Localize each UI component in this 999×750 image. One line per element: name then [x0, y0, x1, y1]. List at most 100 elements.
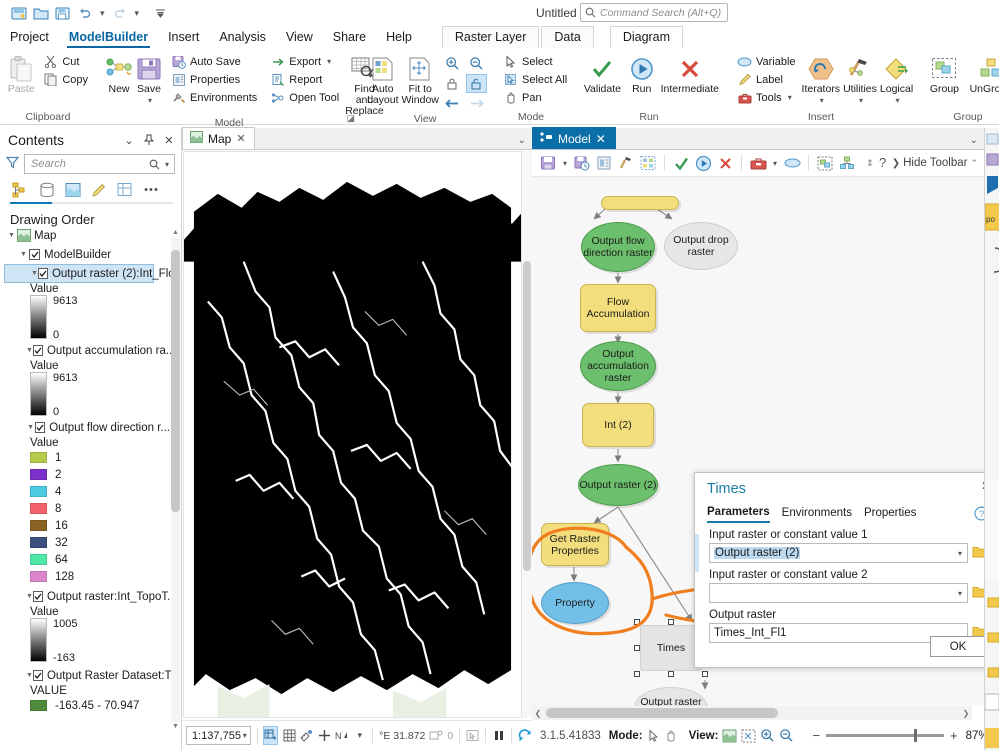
- zoom-slider-track[interactable]: [826, 729, 945, 742]
- chevron-down-icon[interactable]: ▾: [243, 731, 247, 740]
- lock-icon[interactable]: [442, 74, 463, 93]
- hide-toolbar-button[interactable]: ⇕ ? ❯ Hide Toolbar ⌃: [866, 155, 984, 172]
- view-tab-overflow-caret-icon[interactable]: ⌄: [518, 135, 526, 146]
- zoom-minus-label[interactable]: −: [812, 728, 820, 743]
- model-node-flow-accumulation[interactable]: Flow Accumulation: [580, 284, 656, 332]
- save-model-button[interactable]: Save ▾: [136, 52, 162, 106]
- pause-drawing-icon[interactable]: [492, 726, 505, 745]
- export-dropdown-caret[interactable]: ▾: [327, 57, 331, 66]
- model-node-times[interactable]: Times: [640, 625, 702, 671]
- save-dropdown-caret[interactable]: ▾: [148, 95, 152, 106]
- new-model-button[interactable]: New: [105, 52, 133, 95]
- scrollbar-thumb[interactable]: [546, 708, 778, 718]
- close-x-icon[interactable]: [715, 153, 735, 173]
- validate-check-icon[interactable]: [671, 153, 691, 173]
- model-node-output-flow-direction-raster[interactable]: Output flow direction raster: [581, 222, 655, 272]
- iterators-button[interactable]: Iterators ▾: [802, 52, 840, 106]
- refresh-icon[interactable]: [518, 726, 532, 745]
- scroll-up-arrow-icon[interactable]: ▲: [171, 228, 180, 238]
- expand-arrow-icon[interactable]: ▼: [31, 270, 38, 277]
- label-button[interactable]: Label: [734, 71, 799, 88]
- scroll-down-arrow-icon[interactable]: ▼: [171, 722, 180, 732]
- auto-layout-icon[interactable]: [638, 153, 658, 173]
- toc-item-map[interactable]: ▼ Map: [0, 226, 170, 245]
- variable-ellipse-icon[interactable]: [782, 153, 802, 173]
- auto-layout-icon[interactable]: [741, 726, 756, 746]
- search-dropdown-caret[interactable]: ▾: [163, 160, 171, 169]
- contents-pin-icon[interactable]: [141, 132, 157, 148]
- environments-button[interactable]: Environments: [168, 89, 260, 106]
- zoom-slider[interactable]: − +: [812, 728, 957, 743]
- dialog-tab-parameters[interactable]: Parameters: [707, 506, 770, 523]
- map-scale-combobox[interactable]: 1:137,755 ▾: [186, 726, 251, 745]
- customize-quick-access-icon[interactable]: [149, 3, 171, 23]
- model-node-output-accumulation-raster[interactable]: Output accumulation raster: [580, 341, 656, 391]
- tab-diagram[interactable]: Diagram: [609, 26, 684, 48]
- auto-save-button[interactable]: Auto Save: [168, 53, 260, 70]
- cut-button[interactable]: Cut: [40, 53, 91, 70]
- tools-button[interactable]: Tools ▾: [734, 89, 799, 106]
- tab-data[interactable]: Data: [541, 26, 594, 48]
- tab-share[interactable]: Share: [323, 28, 376, 48]
- toc-item-output-raster-2[interactable]: ▼ Output raster (2):Int_Flo...: [4, 264, 182, 283]
- save-project-icon[interactable]: [8, 3, 30, 23]
- auto-layout-button[interactable]: Auto Layout: [367, 52, 399, 106]
- chevron-down-icon[interactable]: ▾: [953, 589, 967, 598]
- undo-icon[interactable]: [74, 3, 96, 23]
- tab-help[interactable]: Help: [376, 28, 422, 48]
- toolbox-caret-icon[interactable]: ▾: [770, 153, 780, 173]
- properties-icon[interactable]: [594, 153, 614, 173]
- back-arrow-icon[interactable]: [442, 94, 463, 113]
- scrollbar-track[interactable]: [544, 708, 960, 718]
- tab-project[interactable]: Project: [0, 28, 59, 48]
- paste-button[interactable]: Paste: [5, 52, 37, 95]
- tab-raster-layer[interactable]: Raster Layer: [441, 26, 540, 48]
- input-raster-2-combobox[interactable]: ▾: [709, 583, 968, 603]
- selection-handle[interactable]: [634, 619, 640, 625]
- layer-checkbox[interactable]: [29, 249, 40, 260]
- layer-checkbox[interactable]: [37, 268, 48, 279]
- forward-arrow-icon[interactable]: [466, 94, 487, 113]
- tab-insert[interactable]: Insert: [158, 28, 209, 48]
- toolbox-icon[interactable]: [748, 153, 768, 173]
- tab-view[interactable]: View: [276, 28, 323, 48]
- measure-icon[interactable]: [300, 726, 314, 745]
- close-icon[interactable]: ✕: [236, 132, 245, 145]
- report-button[interactable]: Report: [267, 71, 342, 88]
- list-by-drawing-order-icon[interactable]: [10, 180, 31, 199]
- zoom-plus-label[interactable]: +: [950, 728, 958, 743]
- collapse-caret-icon[interactable]: ⌃: [970, 158, 978, 169]
- list-by-editing-icon[interactable]: [88, 180, 109, 199]
- group-icon[interactable]: [815, 153, 835, 173]
- scroll-left-arrow-icon[interactable]: ❮: [532, 709, 544, 718]
- selection-handle[interactable]: [668, 671, 674, 677]
- resize-icon[interactable]: ⇕: [866, 158, 874, 169]
- list-by-snapping-icon[interactable]: [114, 180, 135, 199]
- selection-handle[interactable]: [668, 619, 674, 625]
- ok-button[interactable]: OK: [930, 636, 986, 657]
- tools-dropdown-caret[interactable]: ▾: [788, 93, 792, 102]
- variable-button[interactable]: Variable: [734, 53, 799, 70]
- tab-analysis[interactable]: Analysis: [209, 28, 276, 48]
- select-button[interactable]: Select: [500, 53, 570, 70]
- toc-item-modelbuilder[interactable]: ▼ ModelBuilder: [0, 245, 170, 264]
- snapping-icon[interactable]: [263, 726, 279, 745]
- close-icon[interactable]: ✕: [596, 132, 606, 146]
- select-all-button[interactable]: Select All: [500, 71, 570, 88]
- scrollbar-thumb[interactable]: [171, 250, 180, 512]
- logical-dropdown-caret[interactable]: ▾: [896, 95, 900, 106]
- map-tools-dropdown-caret[interactable]: ▾: [353, 726, 366, 745]
- more-options-icon[interactable]: [140, 180, 161, 199]
- utilities-dropdown-caret[interactable]: ▾: [859, 95, 863, 106]
- open-project-icon[interactable]: [30, 3, 52, 23]
- hammer-icon[interactable]: [616, 153, 636, 173]
- add-point-icon[interactable]: [318, 726, 331, 745]
- zoom-in-icon[interactable]: [760, 726, 775, 746]
- expand-arrow-icon[interactable]: ▼: [26, 672, 33, 679]
- undo-dropdown-caret[interactable]: ▾: [96, 8, 109, 19]
- select-arrow-icon[interactable]: [647, 726, 660, 746]
- view-tab-map[interactable]: Map ✕: [182, 127, 255, 149]
- toc-item-output-raster-int-topot[interactable]: ▼ Output raster:Int_TopoT...: [0, 587, 177, 606]
- select-by-icon[interactable]: [466, 726, 479, 745]
- run-play-icon[interactable]: [693, 153, 713, 173]
